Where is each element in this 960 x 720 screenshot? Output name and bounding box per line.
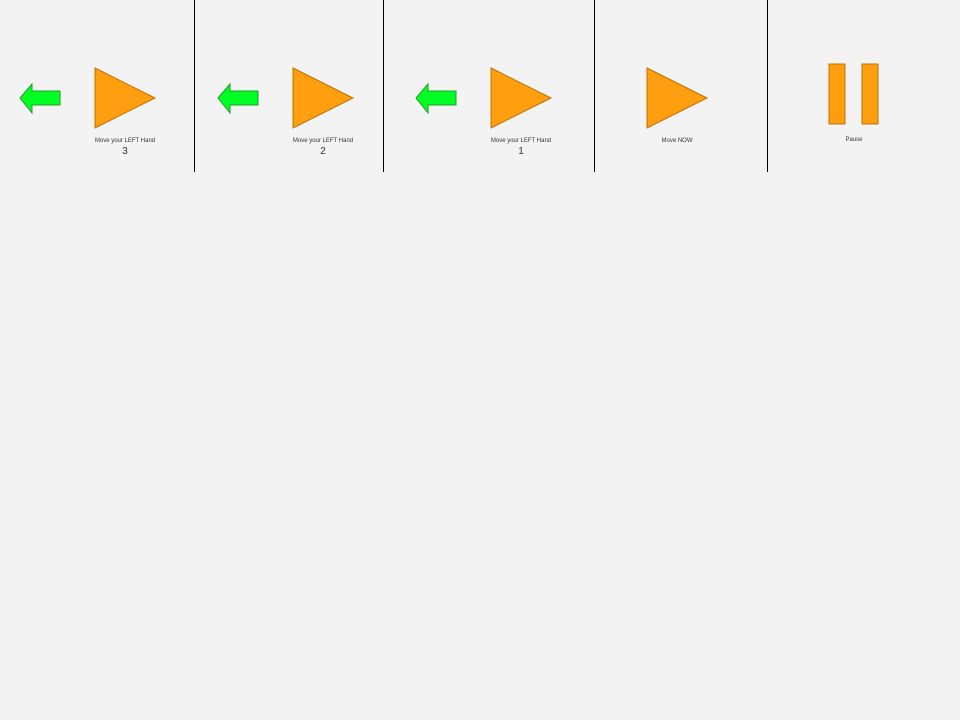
play-icon (94, 67, 157, 129)
panel-2-icons (217, 67, 355, 129)
pause-bar-right (861, 63, 879, 125)
left-arrow-icon (19, 82, 61, 115)
panel-5-caption: Pause (845, 137, 863, 143)
panel-4-caption: Move NOW (661, 138, 693, 144)
play-icon (292, 67, 355, 129)
panel-3-icons (415, 67, 553, 129)
panel-2-caption: Move your LEFT Hand (292, 138, 354, 144)
panel-3-caption: Move your LEFT Hand (490, 138, 552, 144)
left-arrow-icon (217, 82, 259, 115)
pause-bar-left (828, 63, 846, 125)
pause-icon (828, 63, 879, 125)
panel-1-caption: Move your LEFT Hand (94, 138, 156, 144)
panel-4-icons (646, 67, 709, 129)
left-arrow-icon (415, 82, 457, 115)
panel-2-count: 2 (320, 146, 326, 157)
play-icon (490, 67, 553, 129)
panel-1-icons (19, 67, 157, 129)
panel-3-count: 1 (518, 146, 524, 157)
panel-1-count: 3 (122, 146, 128, 157)
cue-sequence-strip: Move your LEFT Hand 3 Move your LEFT Han… (0, 0, 960, 172)
play-icon (646, 67, 709, 129)
